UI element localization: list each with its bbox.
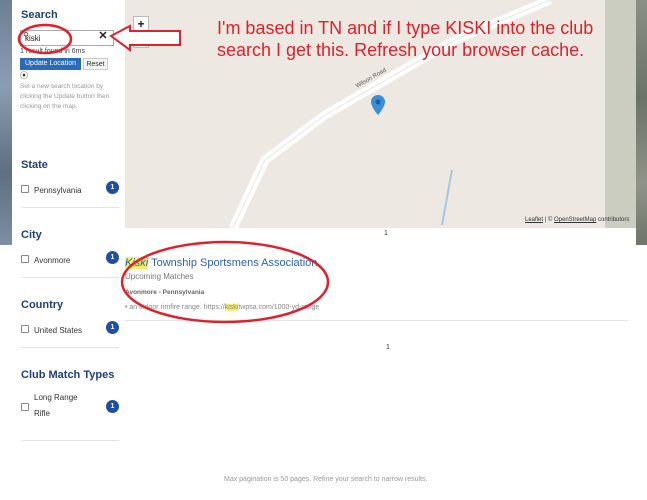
desc-after: twpsa.com/1000-yd-range — [238, 304, 320, 311]
background-photo-right — [636, 0, 647, 245]
count-badge: 1 — [106, 321, 119, 334]
facet-heading-city: City — [21, 229, 42, 241]
clear-search-icon[interactable]: ✕ — [98, 29, 108, 42]
facet-item-long-range-rifle[interactable]: Long Range Rifle 1 — [21, 390, 119, 420]
checkbox[interactable] — [21, 403, 29, 411]
facet-item-avonmore[interactable]: Avonmore 1 — [21, 251, 119, 269]
result-subtitle: Upcoming Matches — [125, 272, 194, 281]
zoom-in-button[interactable]: + — [133, 16, 149, 32]
facet-heading-state: State — [21, 159, 48, 171]
pagination-note: Max pagination is 50 pages. Refine your … — [224, 476, 428, 483]
facet-label: Avonmore — [34, 256, 71, 265]
divider — [21, 440, 119, 441]
result-title-link[interactable]: Kiski Township Sportsmens Association — [125, 257, 317, 269]
divider — [125, 320, 628, 321]
pagination-top[interactable]: 1 — [384, 230, 388, 237]
reset-button[interactable]: Reset — [83, 58, 108, 70]
facet-heading-club-match-types: Club Match Types — [21, 369, 115, 381]
checkbox[interactable] — [21, 185, 29, 193]
location-help-text: Set a new search location by clicking th… — [20, 83, 110, 110]
map-marker-icon[interactable] — [371, 95, 385, 115]
facet-heading-country: Country — [21, 299, 64, 311]
results-count: 1 result found in 6ms — [20, 48, 85, 55]
result-description: • an indoor rimfire range. https://kiski… — [125, 304, 319, 311]
facet-label: United States — [34, 326, 83, 335]
pagination-bottom[interactable]: 1 — [386, 344, 390, 351]
sidebar: Search State Pennsylvania 1 City Avonmor… — [12, 0, 125, 500]
update-location-button[interactable]: Update Location — [20, 58, 81, 70]
annotation-text: I'm based in TN and if I type KISKI into… — [217, 18, 594, 60]
leaflet-link[interactable]: Leaflet — [525, 217, 543, 223]
desc-before: • an indoor rimfire range. https:// — [125, 304, 225, 311]
divider — [21, 207, 119, 208]
result-location: Avonmore - Pennsylvania — [125, 289, 205, 296]
search-heading: Search — [21, 9, 58, 21]
search-icon: ⚲ — [23, 31, 29, 40]
divider — [21, 347, 119, 348]
title-highlight: Kiski — [125, 257, 149, 269]
zoom-out-button[interactable]: − — [133, 32, 149, 48]
facet-item-united-states[interactable]: United States 1 — [21, 321, 119, 339]
facet-item-pennsylvania[interactable]: Pennsylvania 1 — [21, 181, 119, 199]
osm-link[interactable]: OpenStreetMap — [554, 217, 596, 223]
count-badge: 1 — [106, 400, 119, 413]
checkbox[interactable] — [21, 255, 29, 263]
facet-label: Pennsylvania — [34, 186, 82, 195]
attribution-tail: contributors — [596, 217, 630, 223]
background-photo-left — [0, 0, 12, 245]
divider — [21, 277, 119, 278]
facet-label-line1: Long Range — [34, 393, 78, 402]
facet-label-line2: Rifle — [34, 409, 51, 418]
title-rest: Township Sportsmens Association — [148, 257, 318, 269]
desc-highlight: kiski — [224, 304, 239, 311]
count-badge: 1 — [106, 251, 119, 264]
count-badge: 1 — [106, 181, 119, 194]
checkbox[interactable] — [21, 325, 29, 333]
map-attribution: Leaflet | © OpenStreetMap contributors — [525, 217, 629, 223]
attribution-separator: | © — [543, 217, 554, 223]
location-target-icon: ⦿ — [20, 71, 28, 80]
